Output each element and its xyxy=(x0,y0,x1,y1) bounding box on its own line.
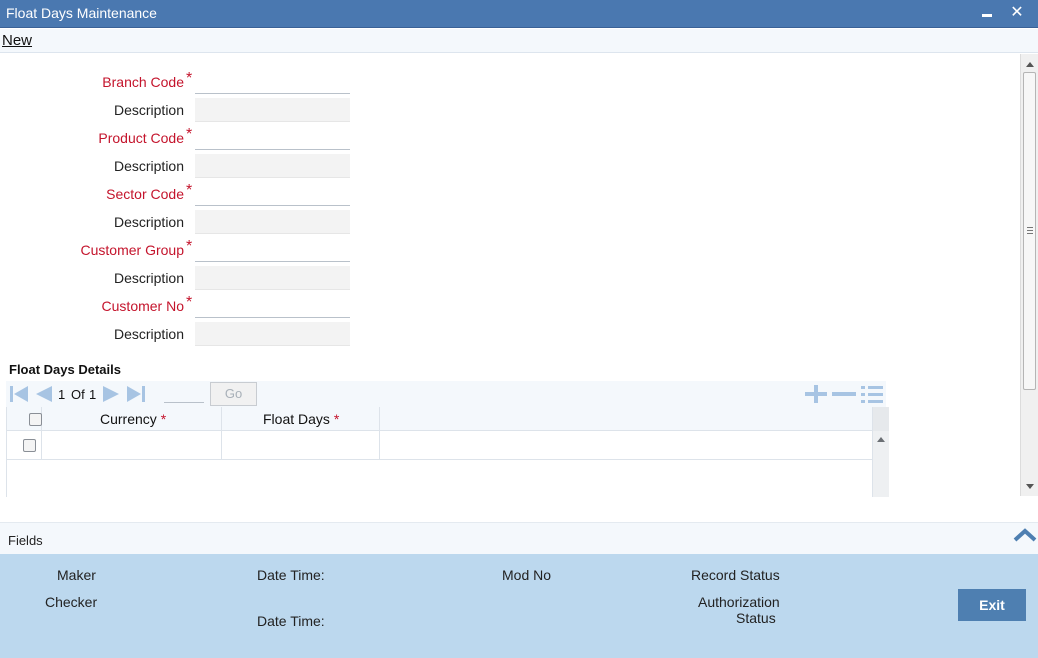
scroll-thumb[interactable] xyxy=(1023,72,1036,390)
product-code-row: Product Code * xyxy=(0,124,360,152)
checker-datetime-label: Date Time: xyxy=(257,613,325,629)
customer-no-row: Customer No * xyxy=(0,292,360,320)
product-description-label: Description xyxy=(113,158,184,174)
menu-bar: New xyxy=(0,29,1038,53)
audit-footer: Maker Checker Date Time: Date Time: Mod … xyxy=(0,554,1038,658)
customer-no-label: Customer No xyxy=(101,298,184,314)
customer-description-row: Description xyxy=(0,320,360,348)
record-status-label: Record Status xyxy=(691,567,780,583)
sector-code-row: Sector Code * xyxy=(0,180,360,208)
fields-label[interactable]: Fields xyxy=(8,533,43,548)
single-view-icon[interactable] xyxy=(859,383,885,405)
required-mark: * xyxy=(186,294,193,311)
mod-no-label: Mod No xyxy=(502,567,552,583)
exit-button[interactable]: Exit xyxy=(958,589,1026,621)
delete-row-icon[interactable] xyxy=(831,383,857,405)
next-page-icon[interactable] xyxy=(101,383,123,405)
customer-description-label: Description xyxy=(113,326,184,342)
required-mark: * xyxy=(186,238,193,255)
grip-line-icon xyxy=(1027,227,1033,228)
grid-scrollbar[interactable] xyxy=(872,407,889,497)
last-page-icon[interactable] xyxy=(125,383,147,405)
currency-column-header[interactable]: Currency * xyxy=(42,407,222,430)
sector-code-label: Sector Code xyxy=(106,186,184,202)
row-select-cell xyxy=(7,431,42,459)
main-scrollbar[interactable] xyxy=(1020,54,1038,496)
branch-code-row: Branch Code * xyxy=(0,68,360,96)
float-days-cell[interactable] xyxy=(222,431,380,459)
required-mark: * xyxy=(186,70,193,87)
product-description-row: Description xyxy=(0,152,360,180)
customer-group-description-field xyxy=(195,266,350,290)
window-title: Float Days Maintenance xyxy=(6,5,157,21)
checker-label: Checker xyxy=(45,594,98,610)
current-page: 1 xyxy=(58,387,66,402)
grid-scrollbar-header xyxy=(873,407,889,431)
customer-group-row: Customer Group * xyxy=(0,236,360,264)
branch-description-row: Description xyxy=(0,96,360,124)
select-all-checkbox[interactable] xyxy=(29,413,42,426)
currency-cell[interactable] xyxy=(42,431,222,459)
total-pages: 1 xyxy=(89,387,97,402)
grid-scroll-up-icon[interactable] xyxy=(877,437,885,442)
maker-datetime-label: Date Time: xyxy=(257,567,325,583)
required-mark: * xyxy=(186,126,193,143)
sector-description-label: Description xyxy=(113,214,184,230)
fields-bar: Fields xyxy=(0,522,1038,554)
branch-description-field xyxy=(195,98,350,122)
customer-group-label: Customer Group xyxy=(80,242,184,258)
collapse-chevron-icon[interactable] xyxy=(1012,525,1038,545)
authorization-label: Authorization xyxy=(698,594,780,610)
scroll-up-icon[interactable] xyxy=(1026,62,1034,67)
row-checkbox[interactable] xyxy=(23,439,36,452)
sector-code-input[interactable] xyxy=(195,182,350,206)
first-page-icon[interactable] xyxy=(8,383,30,405)
page-number-input[interactable] xyxy=(164,385,204,403)
customer-description-field xyxy=(195,322,350,346)
customer-no-input[interactable] xyxy=(195,294,350,318)
product-description-field xyxy=(195,154,350,178)
section-title-float-days-details: Float Days Details xyxy=(9,362,121,377)
grip-line-icon xyxy=(1027,233,1033,234)
customer-group-description-row: Description xyxy=(0,264,360,292)
branch-code-label: Branch Code xyxy=(102,74,184,90)
grid-toolbar: 1 Of 1 Go xyxy=(6,381,886,407)
product-code-label: Product Code xyxy=(98,130,184,146)
page-of-label: Of xyxy=(71,387,85,402)
product-code-input[interactable] xyxy=(195,126,350,150)
grid-header: Currency * Float Days * xyxy=(7,407,873,431)
close-icon[interactable]: ✕ xyxy=(1006,2,1028,24)
sector-description-row: Description xyxy=(0,208,360,236)
float-days-grid: Currency * Float Days * xyxy=(6,407,889,497)
branch-code-input[interactable] xyxy=(195,70,350,94)
float-days-header-label: Float Days xyxy=(263,411,330,427)
window-titlebar: Float Days Maintenance ✕ xyxy=(0,0,1038,28)
maker-label: Maker xyxy=(57,567,96,583)
required-mark: * xyxy=(333,411,340,427)
customer-group-input[interactable] xyxy=(195,238,350,262)
authorization-status-label: Status xyxy=(736,610,776,626)
select-all-column xyxy=(7,407,42,430)
float-days-header: Float Days * xyxy=(263,411,339,427)
new-link[interactable]: New xyxy=(2,32,32,49)
go-button[interactable]: Go xyxy=(210,382,257,406)
sector-description-field xyxy=(195,210,350,234)
required-mark: * xyxy=(160,411,167,427)
currency-header-label: Currency xyxy=(100,411,157,427)
branch-description-label: Description xyxy=(113,102,184,118)
currency-header: Currency * xyxy=(100,411,166,427)
required-mark: * xyxy=(186,182,193,199)
previous-page-icon[interactable] xyxy=(32,383,54,405)
main-form: Branch Code * Description Product Code *… xyxy=(0,54,1020,497)
add-row-icon[interactable] xyxy=(803,383,829,405)
minimize-icon[interactable] xyxy=(976,2,998,24)
scroll-down-icon[interactable] xyxy=(1026,484,1034,489)
float-days-column-header[interactable]: Float Days * xyxy=(222,407,380,430)
grip-line-icon xyxy=(1027,230,1033,231)
table-row xyxy=(7,431,873,460)
customer-group-description-label: Description xyxy=(113,270,184,286)
